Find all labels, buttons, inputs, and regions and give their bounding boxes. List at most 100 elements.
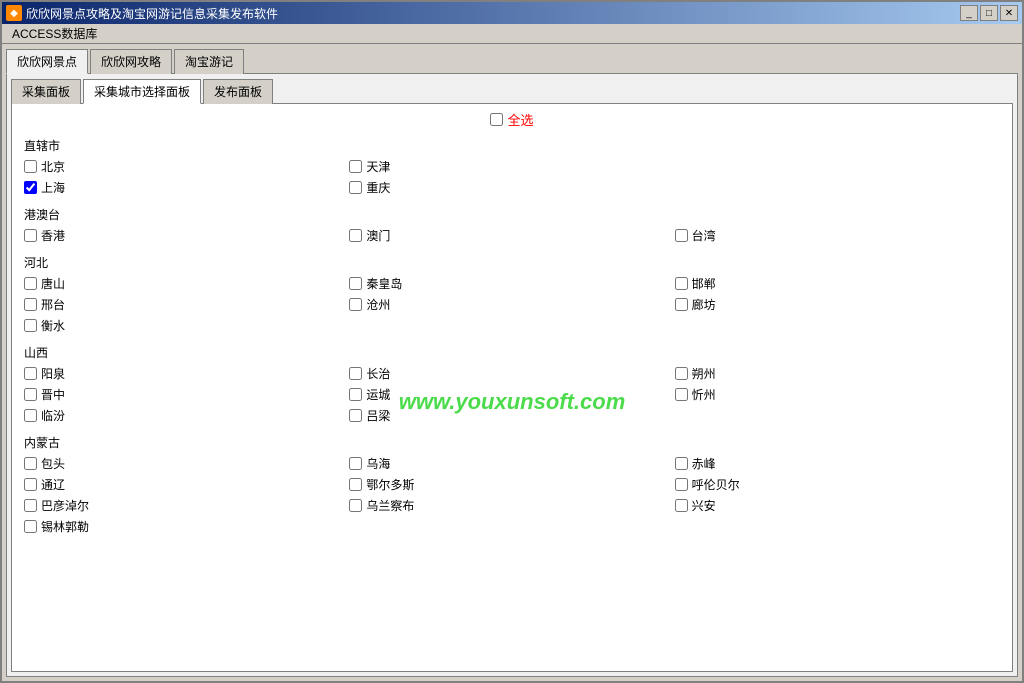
checkbox-bayannaoer[interactable] [24, 499, 37, 512]
city-item-langfang: 廊坊 [675, 296, 1000, 313]
city-item-shuozhou: 朔州 [675, 365, 1000, 382]
checkbox-baotou[interactable] [24, 457, 37, 470]
window-title: 欣欣网景点攻略及淘宝网游记信息采集发布软件 [26, 5, 278, 22]
bottom-spacer [24, 545, 1000, 585]
maximize-button[interactable]: □ [980, 5, 998, 21]
city-label-handan: 邯郸 [692, 275, 716, 292]
tab1-gonglue[interactable]: 欣欣网攻略 [90, 49, 172, 74]
checkbox-chifeng[interactable] [675, 457, 688, 470]
checkbox-taiwan[interactable] [675, 229, 688, 242]
city-item-eerduosi: 鄂尔多斯 [349, 476, 674, 493]
city-item-hengshui: 衡水 [24, 317, 349, 334]
region-title-gangaotai: 港澳台 [24, 206, 1000, 223]
close-button[interactable]: ✕ [1000, 5, 1018, 21]
city-grid-neimenggu: 包头 乌海 赤峰 [24, 455, 1000, 535]
menu-item-access[interactable]: ACCESS数据库 [6, 23, 103, 44]
city-label-beijing: 北京 [41, 158, 65, 175]
checkbox-yangquan[interactable] [24, 367, 37, 380]
checkbox-xilingol[interactable] [24, 520, 37, 533]
checkbox-xingan[interactable] [675, 499, 688, 512]
city-label-cangzhou: 沧州 [366, 296, 390, 313]
checkbox-changzhi[interactable] [349, 367, 362, 380]
tab1-youji[interactable]: 淘宝游记 [174, 49, 244, 74]
region-hebei: 河北 唐山 秦皇岛 [24, 254, 1000, 334]
city-item-cangzhou: 沧州 [349, 296, 674, 313]
city-item-xinzhou: 忻州 [675, 386, 1000, 403]
checkbox-shanghai[interactable] [24, 181, 37, 194]
checkbox-wulanchabu[interactable] [349, 499, 362, 512]
checkbox-tongliao[interactable] [24, 478, 37, 491]
main-content: 欣欣网景点 欣欣网攻略 淘宝游记 采集面板 采集城市选择面板 发布面板 [2, 44, 1022, 681]
city-item-yangquan: 阳泉 [24, 365, 349, 382]
city-item-xingtai: 邢台 [24, 296, 349, 313]
region-title-hebei: 河北 [24, 254, 1000, 271]
checkbox-jinzhong[interactable] [24, 388, 37, 401]
city-item-linfen: 临汾 [24, 407, 349, 424]
city-label-xingan: 兴安 [692, 497, 716, 514]
main-window: ◆ 欣欣网景点攻略及淘宝网游记信息采集发布软件 _ □ ✕ ACCESS数据库 … [0, 0, 1024, 683]
tab-panel-2: 全选 www.youxunsoft.com 直辖市 北京 [11, 103, 1013, 672]
city-grid-gangaotai: 香港 澳门 台湾 [24, 227, 1000, 244]
city-item-luliang: 吕梁 [349, 407, 674, 424]
city-grid-shanxi: 阳泉 长治 朔州 [24, 365, 1000, 424]
tab2-city-select[interactable]: 采集城市选择面板 [83, 79, 201, 104]
checkbox-eerduosi[interactable] [349, 478, 362, 491]
tab2-collect[interactable]: 采集面板 [11, 79, 81, 104]
city-item-tianjin: 天津 [349, 158, 674, 175]
city-item-wulanchabu: 乌兰察布 [349, 497, 674, 514]
city-label-linfen: 临汾 [41, 407, 65, 424]
city-label-qinhuangdao: 秦皇岛 [366, 275, 402, 292]
checkbox-hengshui[interactable] [24, 319, 37, 332]
checkbox-cangzhou[interactable] [349, 298, 362, 311]
scroll-area[interactable]: 直辖市 北京 天津 [12, 133, 1012, 671]
city-label-yuncheng: 运城 [366, 386, 390, 403]
checkbox-luliang[interactable] [349, 409, 362, 422]
city-label-wulanchabu: 乌兰察布 [366, 497, 414, 514]
checkbox-xingtai[interactable] [24, 298, 37, 311]
menu-bar: ACCESS数据库 [2, 24, 1022, 44]
city-item-chongqing: 重庆 [349, 179, 674, 196]
city-label-wuhai: 乌海 [366, 455, 390, 472]
tab2-publish[interactable]: 发布面板 [203, 79, 273, 104]
city-item-wuhai: 乌海 [349, 455, 674, 472]
tab1-jingdian[interactable]: 欣欣网景点 [6, 49, 88, 74]
city-item-chifeng: 赤峰 [675, 455, 1000, 472]
app-icon: ◆ [6, 5, 22, 21]
city-label-taiwan: 台湾 [692, 227, 716, 244]
checkbox-langfang[interactable] [675, 298, 688, 311]
region-title-shanxi: 山西 [24, 344, 1000, 361]
city-label-chifeng: 赤峰 [692, 455, 716, 472]
city-label-shanghai: 上海 [41, 179, 65, 196]
checkbox-linfen[interactable] [24, 409, 37, 422]
checkbox-chongqing[interactable] [349, 181, 362, 194]
city-item-taiwan: 台湾 [675, 227, 1000, 244]
minimize-button[interactable]: _ [960, 5, 978, 21]
checkbox-wuhai[interactable] [349, 457, 362, 470]
city-label-xingtai: 邢台 [41, 296, 65, 313]
checkbox-hulunbeier[interactable] [675, 478, 688, 491]
checkbox-tianjin[interactable] [349, 160, 362, 173]
checkbox-tangshan[interactable] [24, 277, 37, 290]
checkbox-aomen[interactable] [349, 229, 362, 242]
city-item-handan: 邯郸 [675, 275, 1000, 292]
city-label-baotou: 包头 [41, 455, 65, 472]
checkbox-qinhuangdao[interactable] [349, 277, 362, 290]
city-item-beijing: 北京 [24, 158, 349, 175]
title-bar-controls: _ □ ✕ [960, 5, 1018, 21]
checkbox-yuncheng[interactable] [349, 388, 362, 401]
city-item-changzhi: 长治 [349, 365, 674, 382]
select-all-checkbox[interactable] [490, 113, 503, 126]
tab-row-2: 采集面板 采集城市选择面板 发布面板 [11, 78, 1013, 103]
region-title-neimenggu: 内蒙古 [24, 434, 1000, 451]
checkbox-shuozhou[interactable] [675, 367, 688, 380]
city-item-yuncheng: 运城 [349, 386, 674, 403]
city-label-langfang: 廊坊 [692, 296, 716, 313]
tab-panel-1: 采集面板 采集城市选择面板 发布面板 全选 www.youxunsoft [6, 73, 1018, 677]
city-label-jinzhong: 晋中 [41, 386, 65, 403]
checkbox-beijing[interactable] [24, 160, 37, 173]
city-label-xianggang: 香港 [41, 227, 65, 244]
checkbox-handan[interactable] [675, 277, 688, 290]
city-item-hulunbeier: 呼伦贝尔 [675, 476, 1000, 493]
checkbox-xianggang[interactable] [24, 229, 37, 242]
checkbox-xinzhou[interactable] [675, 388, 688, 401]
